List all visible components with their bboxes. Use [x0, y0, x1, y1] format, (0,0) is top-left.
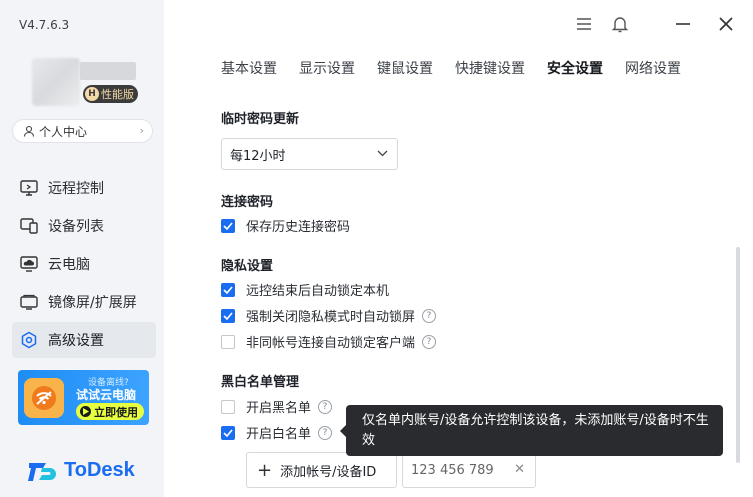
user-icon [23, 125, 35, 137]
tab-keyboard-mouse[interactable]: 键鼠设置 [377, 58, 433, 78]
sidebar-item-label: 镜像屏/扩展屏 [48, 295, 137, 311]
todesk-logo-icon [28, 462, 56, 481]
profile-button[interactable]: 个人中心 › [12, 119, 153, 143]
help-icon[interactable]: ? [422, 308, 437, 323]
sidebar-item-label: 远程控制 [48, 181, 104, 197]
enable-blacklist-row[interactable]: 开启黑名单 ? [221, 397, 333, 416]
cloud-pc-icon [19, 254, 39, 274]
play-icon [80, 406, 91, 417]
sidebar-nav: 远程控制 设备列表 云电脑 镜像屏/扩展屏 高级设置 [12, 170, 156, 360]
help-icon[interactable]: ? [318, 399, 333, 414]
sidebar-item-label: 云电脑 [48, 257, 90, 273]
sidebar-item-advanced-settings[interactable]: 高级设置 [12, 322, 156, 358]
profile-label: 个人中心 [39, 124, 88, 139]
version-label: V4.7.6.3 [19, 18, 70, 32]
sidebar-item-remote-control[interactable]: 远程控制 [12, 170, 156, 206]
badge-label: 性能版 [101, 88, 134, 101]
auto-lock-after-remote-row[interactable]: 远控结束后自动锁定本机 [221, 280, 389, 299]
settings-tabs: 基本设置 显示设置 键鼠设置 快捷键设置 安全设置 网络设置 [221, 58, 703, 78]
tab-network[interactable]: 网络设置 [625, 58, 681, 78]
menu-icon[interactable] [574, 14, 594, 34]
checkbox-label: 远控结束后自动锁定本机 [246, 284, 390, 299]
connect-password-title: 连接密码 [221, 195, 274, 210]
todesk-logo: ToDesk [28, 459, 135, 482]
blackwhite-list-title: 黑白名单管理 [221, 375, 300, 390]
username-redacted [80, 62, 136, 80]
sidebar-item-cloud-pc[interactable]: 云电脑 [12, 246, 156, 282]
select-value: 每12小时 [230, 148, 286, 164]
add-account-device-button[interactable]: + 添加帐号/设备ID [246, 452, 397, 488]
wifi-off-icon [24, 378, 64, 418]
promo-use-now-button[interactable]: 立即使用 [76, 403, 144, 420]
whitelist-help-tooltip: 仅名单内账号/设备允许控制该设备，未添加账号/设备时不生效 [340, 405, 723, 456]
save-history-password-row[interactable]: 保存历史连接密码 [221, 216, 350, 235]
checkbox-unchecked[interactable] [221, 334, 235, 349]
whitelist-entry-chip: 123 456 789 ✕ [402, 452, 536, 488]
force-close-privacy-lock-row[interactable]: 强制关闭隐私模式时自动锁屏 ? [221, 306, 437, 325]
checkbox-checked[interactable] [221, 282, 235, 297]
temp-password-title: 临时密码更新 [221, 112, 300, 127]
badge-letter: H [85, 87, 99, 101]
sidebar-item-device-list[interactable]: 设备列表 [12, 208, 156, 244]
sidebar-item-mirror-screen[interactable]: 镜像屏/扩展屏 [12, 284, 156, 320]
tab-security[interactable]: 安全设置 [547, 58, 603, 78]
sidebar-item-label: 设备列表 [48, 219, 104, 235]
tab-display[interactable]: 显示设置 [299, 58, 355, 78]
chevron-down-icon [377, 150, 388, 157]
checkbox-label: 非同帐号连接自动锁定客户端 [246, 336, 416, 351]
minimize-icon[interactable] [673, 14, 693, 34]
checkbox-label: 强制关闭隐私模式时自动锁屏 [246, 310, 416, 325]
sidebar-item-label: 高级设置 [48, 333, 104, 349]
add-button-label: 添加帐号/设备ID [280, 464, 377, 480]
help-icon[interactable]: ? [318, 425, 333, 440]
close-icon[interactable] [716, 14, 736, 34]
promo-line3: 立即使用 [94, 405, 138, 419]
scrollbar[interactable] [736, 247, 740, 463]
monitor-icon [19, 178, 39, 198]
privacy-title: 隐私设置 [221, 259, 274, 274]
checkbox-label: 保存历史连接密码 [246, 220, 351, 235]
remove-entry-icon[interactable]: ✕ [514, 462, 525, 477]
help-icon[interactable]: ? [422, 334, 437, 349]
whitelist-entry-id: 123 456 789 [411, 462, 494, 478]
tab-shortcuts[interactable]: 快捷键设置 [455, 58, 525, 78]
checkbox-label: 开启黑名单 [246, 401, 312, 416]
diff-account-lock-row[interactable]: 非同帐号连接自动锁定客户端 ? [221, 332, 437, 351]
avatar[interactable] [32, 58, 80, 106]
tab-basic[interactable]: 基本设置 [221, 58, 277, 78]
cloud-pc-promo-banner[interactable]: 设备离线? 试试云电脑 立即使用 [18, 370, 149, 425]
plus-icon: + [257, 459, 273, 481]
enable-whitelist-row[interactable]: 开启白名单 ? [221, 423, 333, 442]
checkbox-checked[interactable] [221, 218, 235, 233]
chevron-right-icon: › [139, 124, 144, 137]
sidebar: V4.7.6.3 H 性能版 个人中心 › 远程控制 设备列表 云电脑 镜像屏/… [0, 0, 164, 497]
promo-line2: 试试云电脑 [76, 388, 137, 402]
checkbox-checked[interactable] [221, 308, 235, 323]
devices-icon [19, 216, 39, 236]
bell-icon[interactable] [610, 14, 630, 34]
mirror-screen-icon [19, 292, 39, 312]
edition-badge: H 性能版 [83, 85, 138, 103]
checkbox-unchecked[interactable] [221, 399, 235, 414]
temp-password-interval-select[interactable]: 每12小时 [221, 138, 398, 170]
checkbox-label: 开启白名单 [246, 427, 312, 442]
settings-hex-icon [19, 330, 39, 350]
brand-name: ToDesk [64, 459, 135, 481]
checkbox-checked[interactable] [221, 425, 235, 440]
